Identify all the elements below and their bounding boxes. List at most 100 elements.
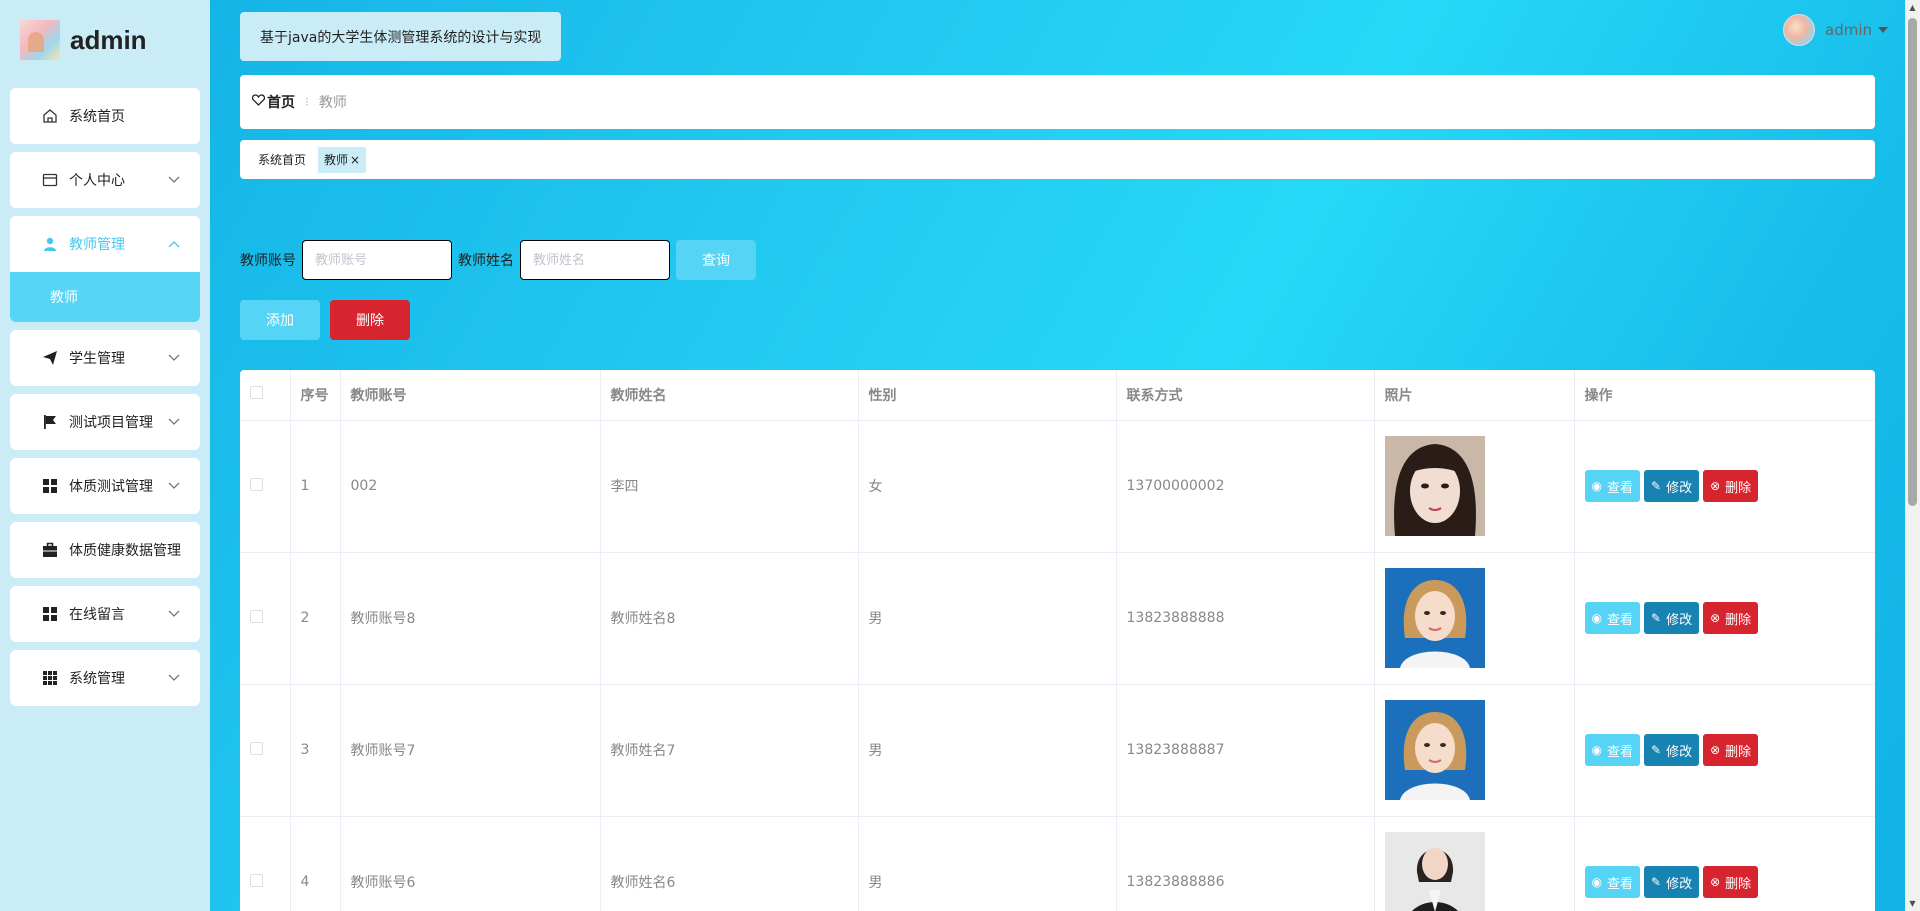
- edit-label: 修改: [1666, 480, 1693, 496]
- breadcrumb-separator: ⁝: [305, 95, 309, 109]
- cell-phone: 13700000002: [1116, 420, 1375, 553]
- cell-ops: ◉ 查看 ✎ 修改 ⊗ 删除: [1574, 420, 1875, 553]
- sidebar: admin 系统首页 个人中心 教师管理 教师 学生管理 测试项目管理 体质测试…: [0, 0, 210, 911]
- row-checkbox[interactable]: [250, 477, 263, 491]
- account-label: 教师账号: [240, 253, 296, 269]
- row-checkbox[interactable]: [250, 873, 263, 887]
- edit-button[interactable]: ✎ 修改: [1644, 866, 1700, 898]
- row-checkbox[interactable]: [250, 741, 263, 755]
- grid-icon: [41, 477, 59, 495]
- edit-button[interactable]: ✎ 修改: [1644, 602, 1700, 634]
- pencil-icon: ✎: [1651, 875, 1662, 889]
- teacher-table: 序号 教师账号 教师姓名 性别 联系方式 照片 操作 1 002 李四 女 13…: [240, 370, 1875, 911]
- view-label: 查看: [1606, 744, 1633, 760]
- cell-photo: [1374, 684, 1575, 817]
- scroll-up-arrow-icon[interactable]: ▲: [1905, 0, 1920, 15]
- avatar: [1783, 14, 1815, 46]
- cell-no: 4: [290, 816, 341, 911]
- teacher-photo: [1384, 700, 1485, 800]
- view-button[interactable]: ◉ 查看: [1584, 866, 1640, 898]
- delete-button[interactable]: ⊗ 删除: [1703, 602, 1759, 634]
- column-header: 序号: [290, 370, 341, 421]
- delete-label: 删除: [1725, 480, 1752, 496]
- page-scrollbar[interactable]: ▲ ▼: [1905, 0, 1920, 911]
- account-search-input[interactable]: [302, 240, 452, 280]
- close-icon[interactable]: ×: [350, 153, 360, 167]
- sidebar-item-label: 学生管理: [69, 351, 125, 367]
- column-header: 教师姓名: [600, 370, 859, 421]
- delete-button[interactable]: ⊗ 删除: [1703, 866, 1759, 898]
- cell-photo: [1374, 816, 1575, 911]
- teacher-photo: [1384, 436, 1485, 536]
- sidebar-item-fitness-health-data[interactable]: 体质健康数据管理: [10, 522, 200, 578]
- column-header: 操作: [1574, 370, 1875, 421]
- user-name: admin: [1825, 21, 1872, 39]
- table-row: 1 002 李四 女 13700000002 ◉ 查看 ✎ 修改 ⊗ 删除: [240, 420, 1875, 553]
- edit-button[interactable]: ✎ 修改: [1644, 734, 1700, 766]
- scroll-down-arrow-icon[interactable]: ▼: [1905, 896, 1920, 911]
- select-all-cell: [240, 370, 291, 421]
- cell-ops: ◉ 查看 ✎ 修改 ⊗ 删除: [1574, 684, 1875, 817]
- name-search-input[interactable]: [520, 240, 670, 280]
- row-checkbox[interactable]: [250, 609, 263, 623]
- brand: admin: [0, 0, 210, 80]
- sidebar-item-fitness-test-management[interactable]: 体质测试管理: [10, 458, 200, 514]
- search-form: 教师账号 教师姓名 查询: [240, 240, 756, 280]
- add-button[interactable]: 添加: [240, 300, 320, 340]
- cell-gender: 男: [858, 684, 1117, 817]
- pencil-icon: ✎: [1651, 611, 1662, 625]
- sidebar-item-label: 个人中心: [69, 173, 125, 189]
- column-header: 性别: [858, 370, 1117, 421]
- breadcrumb-current: 教师: [318, 95, 347, 111]
- cell-account: 教师账号6: [340, 816, 601, 911]
- breadcrumb-home-label: 首页: [267, 95, 295, 111]
- breadcrumb-home[interactable]: 首页: [251, 92, 295, 112]
- cell-name: 教师姓名8: [600, 552, 859, 685]
- cell-account: 002: [340, 420, 601, 553]
- sidebar-item-student-management[interactable]: 学生管理: [10, 330, 200, 386]
- scrollbar-thumb[interactable]: [1908, 18, 1917, 506]
- sidebar-item-online-message[interactable]: 在线留言: [10, 586, 200, 642]
- apps-icon: [41, 669, 59, 687]
- cell-photo: [1374, 552, 1575, 685]
- caret-down-icon: [1878, 23, 1888, 37]
- sidebar-subitem-teacher[interactable]: 教师: [10, 272, 200, 322]
- view-button[interactable]: ◉ 查看: [1584, 734, 1640, 766]
- table-row: 3 教师账号7 教师姓名7 男 13823888887 ◉ 查看 ✎ 修改 ⊗ …: [240, 684, 1875, 817]
- chevron-down-icon: [168, 607, 180, 621]
- grid-icon: [41, 605, 59, 623]
- delete-button[interactable]: ⊗ 删除: [1703, 470, 1759, 502]
- cell-no: 3: [290, 684, 341, 817]
- cell-name: 教师姓名6: [600, 816, 859, 911]
- chevron-down-icon: [168, 173, 180, 187]
- chevron-up-icon: [168, 237, 180, 251]
- main-content: 基于java的大学生体测管理系统的设计与实现 admin 首页 ⁝ 教师 系统首…: [210, 0, 1905, 911]
- sidebar-item-profile[interactable]: 个人中心: [10, 152, 200, 208]
- user-menu[interactable]: admin: [1783, 14, 1888, 46]
- circle-x-icon: ⊗: [1710, 875, 1721, 889]
- card-icon: [41, 171, 59, 189]
- cell-phone: 13823888886: [1116, 816, 1375, 911]
- flag-icon: [41, 413, 59, 431]
- batch-delete-button[interactable]: 删除: [330, 300, 410, 340]
- select-all-checkbox[interactable]: [250, 386, 263, 400]
- view-label: 查看: [1606, 612, 1633, 628]
- sidebar-item-home[interactable]: 系统首页: [10, 88, 200, 144]
- query-button[interactable]: 查询: [676, 240, 756, 280]
- view-button[interactable]: ◉ 查看: [1584, 470, 1640, 502]
- delete-button[interactable]: ⊗ 删除: [1703, 734, 1759, 766]
- edit-button[interactable]: ✎ 修改: [1644, 470, 1700, 502]
- cell-name: 教师姓名7: [600, 684, 859, 817]
- name-label: 教师姓名: [458, 253, 514, 269]
- cell-no: 2: [290, 552, 341, 685]
- sidebar-item-teacher-management[interactable]: 教师管理: [10, 216, 200, 272]
- sidebar-item-label: 教师管理: [69, 237, 125, 253]
- view-label: 查看: [1606, 876, 1633, 892]
- sidebar-item-system-management[interactable]: 系统管理: [10, 650, 200, 706]
- eye-icon: ◉: [1591, 875, 1602, 889]
- view-button[interactable]: ◉ 查看: [1584, 602, 1640, 634]
- pencil-icon: ✎: [1651, 479, 1662, 493]
- tag-home[interactable]: 系统首页: [252, 147, 312, 173]
- sidebar-item-test-project-management[interactable]: 测试项目管理: [10, 394, 200, 450]
- tag-teacher[interactable]: 教师 ×: [318, 146, 367, 173]
